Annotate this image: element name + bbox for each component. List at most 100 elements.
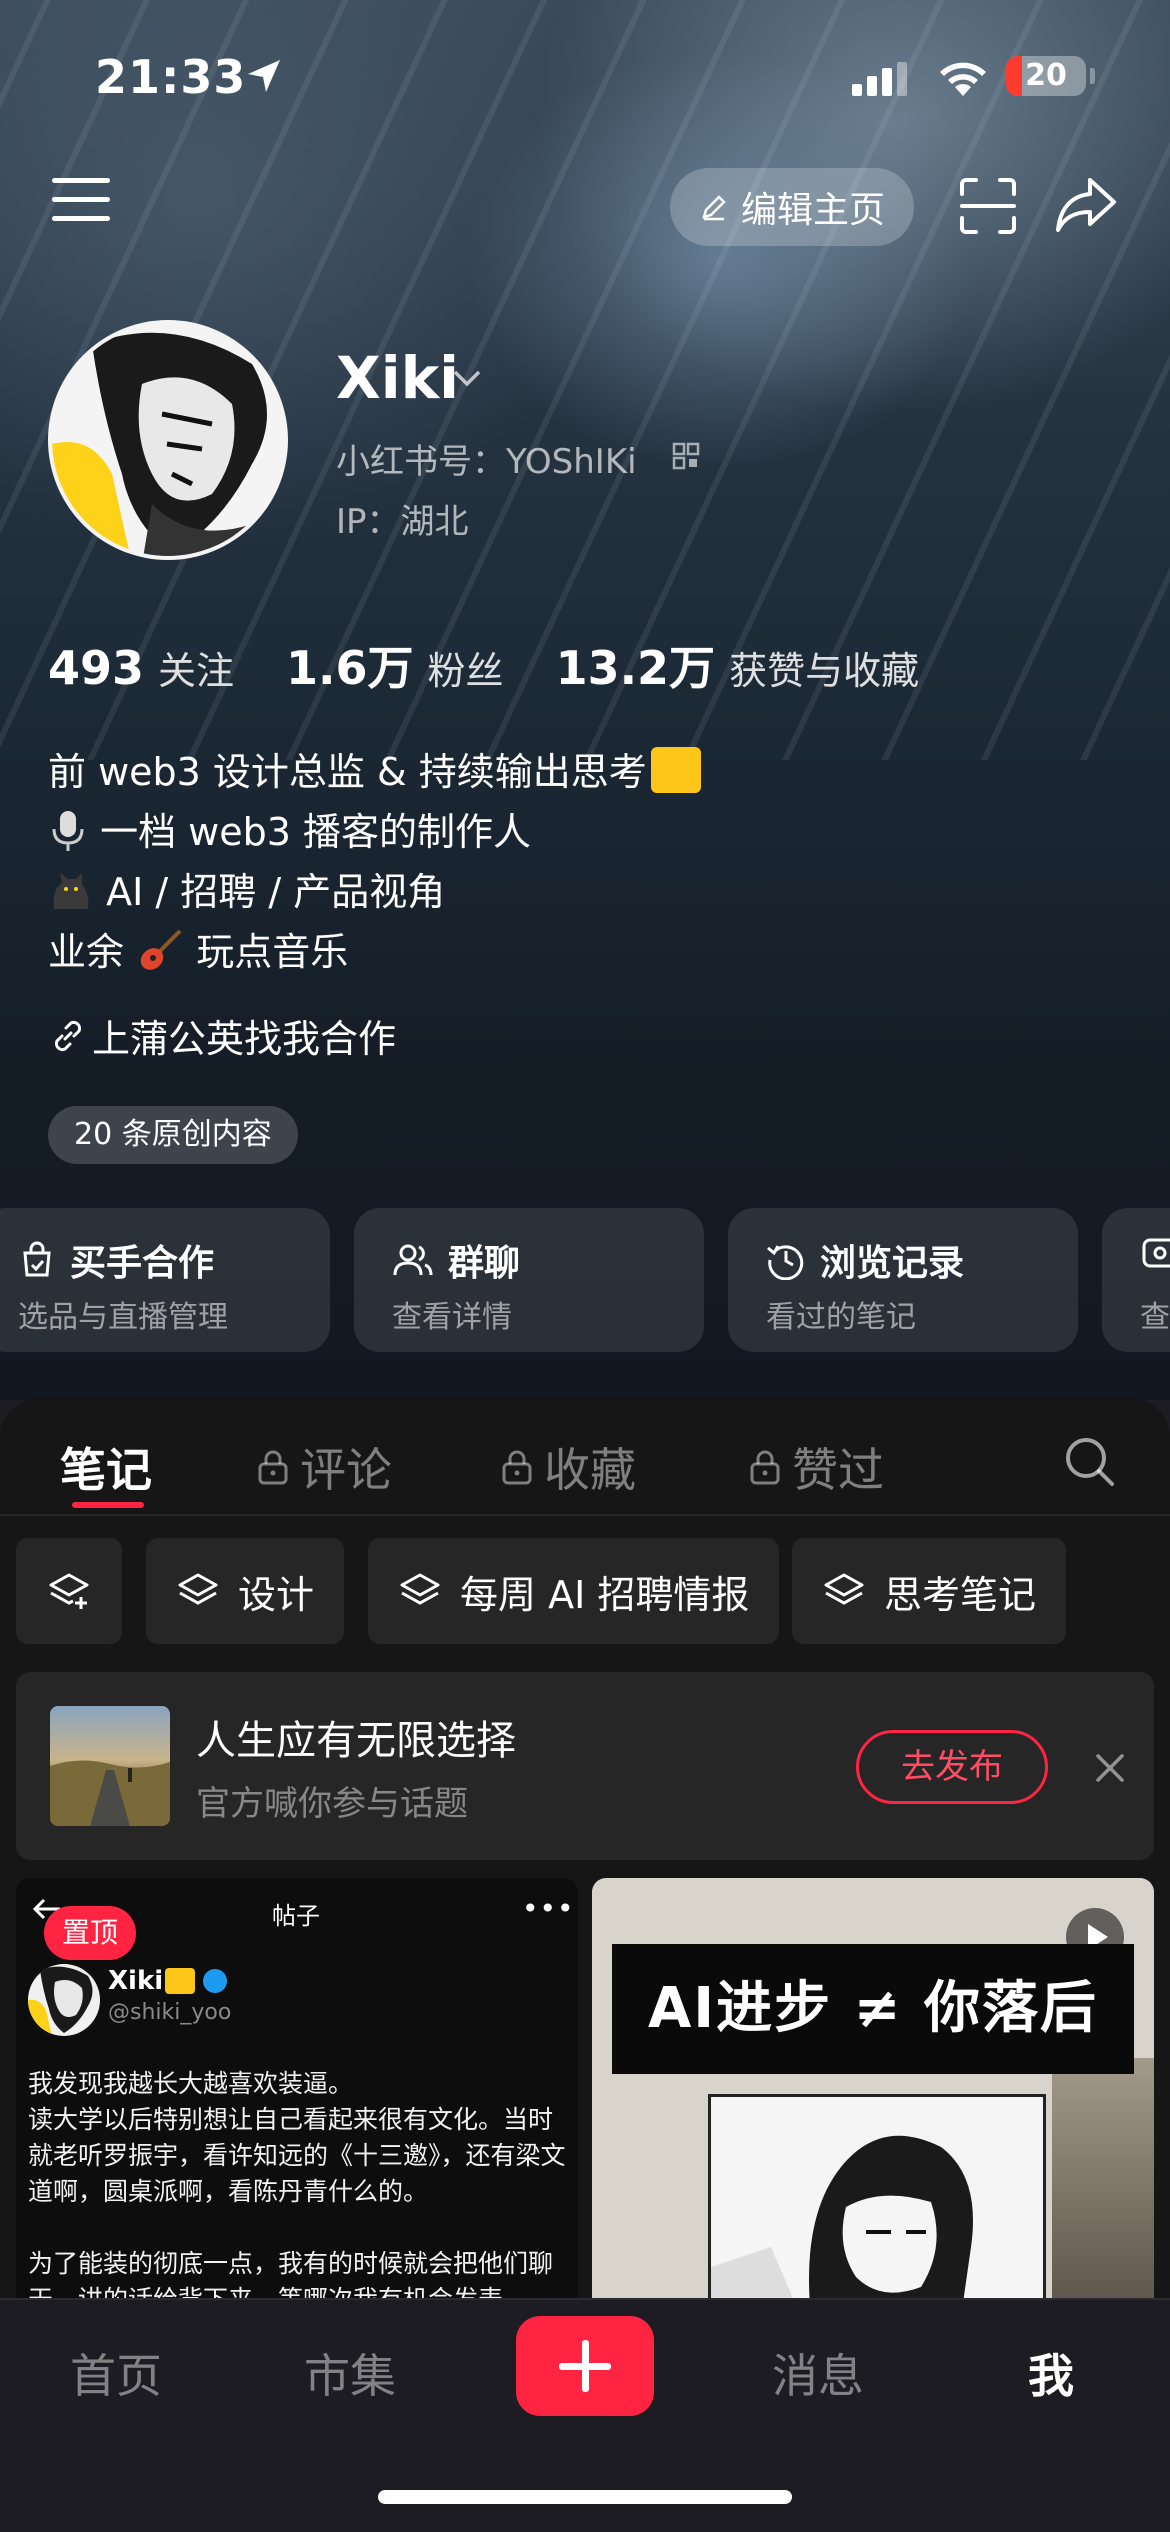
collection-chip-design[interactable]: 设计 (146, 1538, 345, 1644)
create-post-button[interactable] (516, 2316, 654, 2416)
guitar-icon (140, 929, 182, 970)
topic-subtitle: 官方喊你参与话题 (196, 1784, 468, 1824)
bio-line-1: 前 web3 设计总监 & 持续输出思考 (48, 750, 647, 794)
quick-card-title: 买手合作 (70, 1243, 215, 1284)
bio-line-4b: 玩点音乐 (196, 930, 349, 974)
nav-home[interactable]: 首页 (70, 2340, 162, 2406)
lock-icon (750, 1450, 780, 1485)
tab-comments-label: 评论 (300, 1443, 392, 1497)
post-body: 我发现我越长大越喜欢装逼。 读大学以后特别想让自己看起来很有文化。当时就老听罗振… (28, 2066, 568, 2298)
tab-liked[interactable]: 赞过 (748, 1434, 884, 1500)
verified-badge-icon (203, 1969, 228, 1993)
note-card-video[interactable]: AI进步 ≠ 你落后 (592, 1878, 1154, 2298)
quick-card-title: 浏览记录 (820, 1243, 965, 1284)
collection-chip-ai-jobs[interactable]: 每周 AI 招聘情报 (368, 1538, 780, 1644)
avatar[interactable] (48, 320, 288, 560)
likes-label[interactable]: 获赞与收藏 (729, 640, 919, 695)
browse-history-card[interactable]: 浏览记录 看过的笔记 (728, 1208, 1078, 1352)
layers-icon (400, 1573, 440, 1605)
post-paragraph-3: 为了能装的彻底一点，我有的时候就会把他们聊天、讲的话给背下来，等哪次我有机会发表 (28, 2249, 554, 2298)
nav-me[interactable]: 我 (1028, 2340, 1074, 2406)
profile-tabs: 笔记 评论 收藏 赞过 (0, 1398, 1170, 1516)
quick-card-subtitle: 看过的笔记 (766, 1300, 916, 1335)
cooperation-link-text: 上蒲公英找我合作 (92, 1017, 397, 1061)
menu-icon[interactable] (52, 178, 110, 228)
video-cover-title: AI进步 ≠ 你落后 (612, 1944, 1134, 2074)
buyer-cooperation-card[interactable]: 买手合作 选品与直播管理 (0, 1208, 330, 1352)
layers-icon (178, 1573, 218, 1605)
followers-count[interactable]: 1.6万 (286, 632, 414, 698)
pinned-badge: 置顶 (44, 1906, 137, 1960)
following-label[interactable]: 关注 (158, 640, 234, 695)
close-icon[interactable] (1090, 1748, 1130, 1788)
search-icon[interactable] (1062, 1434, 1118, 1490)
post-author-name: Xiki (108, 1966, 164, 1996)
cooperation-link[interactable]: 上蒲公英找我合作 (48, 1008, 396, 1063)
likes-count[interactable]: 13.2万 (556, 632, 716, 698)
topic-banner[interactable]: 人生应有无限选择 官方喊你参与话题 去发布 (16, 1672, 1154, 1860)
post-header-title: 帖子 (272, 1902, 320, 1930)
edit-profile-button[interactable]: 编辑主页 (670, 168, 914, 246)
share-icon[interactable] (1054, 174, 1118, 234)
status-time: 21:33 (95, 50, 247, 104)
more-icon: ••• (522, 1892, 575, 1925)
profile-name: Xiki (336, 344, 460, 412)
quick-card-subtitle: 选品与直播管理 (18, 1300, 228, 1335)
background-photo (1052, 2058, 1154, 2298)
cellular-signal-icon (852, 62, 907, 96)
chip-label: 每周 AI 招聘情报 (460, 1572, 750, 1617)
quick-card-title: 群聊 (448, 1243, 521, 1284)
microphone-icon (52, 811, 84, 851)
qr-code-icon[interactable] (672, 442, 700, 470)
pencil-icon (702, 195, 726, 221)
post-paragraph-2: 读大学以后特别想让自己看起来很有文化。当时就老听罗振宇，看许知远的《十三邀》，还… (28, 2105, 566, 2206)
original-content-badge[interactable]: 20 条原创内容 (48, 1106, 298, 1164)
tab-notes-label: 笔记 (60, 1443, 152, 1497)
wifi-icon (940, 62, 986, 96)
followers-label[interactable]: 粉丝 (428, 640, 504, 695)
tab-comments[interactable]: 评论 (256, 1434, 392, 1500)
battery-level: 20 (1025, 58, 1067, 93)
post-paragraph-1: 我发现我越长大越喜欢装逼。 (28, 2069, 354, 2098)
battery-tip (1090, 68, 1095, 84)
tab-notes[interactable]: 笔记 (60, 1434, 152, 1500)
following-count[interactable]: 493 (48, 641, 144, 695)
post-author-avatar (28, 1964, 100, 2036)
quick-card-subtitle: 查看详情 (392, 1300, 512, 1335)
yellow-square-emoji (165, 1968, 196, 1994)
group-icon (393, 1244, 433, 1276)
status-bar: 21:33 20 (0, 48, 1170, 108)
bio: 前 web3 设计总监 & 持续输出思考 一档 web3 播客的制作人 AI /… (48, 742, 701, 982)
chevron-down-icon[interactable] (450, 366, 484, 390)
topic-title: 人生应有无限选择 (196, 1718, 516, 1764)
bio-line-2: 一档 web3 播客的制作人 (100, 810, 532, 854)
manga-illustration (708, 2094, 1046, 2298)
profile-stats: 493 关注 1.6万 粉丝 13.2万 获赞与收藏 (48, 632, 971, 698)
group-chat-card[interactable]: 群聊 查看详情 (354, 1208, 704, 1352)
active-tab-indicator (72, 1502, 144, 1508)
bio-line-3: AI / 招聘 / 产品视角 (106, 870, 446, 914)
scan-icon[interactable] (958, 176, 1018, 236)
link-icon (54, 1020, 82, 1051)
collection-chip-thinking-notes[interactable]: 思考笔记 (792, 1538, 1067, 1644)
lock-icon (502, 1450, 532, 1485)
red-id: 小红书号：YOShIKi (336, 442, 637, 482)
layers-icon (824, 1573, 864, 1605)
nav-messages[interactable]: 消息 (772, 2340, 864, 2406)
add-collection-chip[interactable] (16, 1538, 122, 1644)
yellow-square-emoji (650, 747, 701, 793)
tab-collections[interactable]: 收藏 (500, 1434, 636, 1500)
home-indicator (378, 2490, 792, 2504)
bag-icon (23, 1241, 51, 1277)
note-card-pinned[interactable]: 帖子 ••• 置顶 Xiki @shiki_yoo 我发现我越长大越喜欢装逼。 … (16, 1878, 578, 2298)
clock-icon (767, 1245, 804, 1280)
post-author: Xiki (108, 1966, 228, 1996)
lock-icon (258, 1450, 288, 1485)
card-icon (1142, 1238, 1170, 1268)
nav-market[interactable]: 市集 (304, 2340, 396, 2406)
chip-label: 设计 (238, 1572, 315, 1617)
quick-card-partial[interactable]: 查 (1102, 1208, 1170, 1352)
cat-icon (53, 873, 89, 909)
publish-button[interactable]: 去发布 (856, 1730, 1048, 1804)
add-layer-icon (49, 1573, 89, 1609)
